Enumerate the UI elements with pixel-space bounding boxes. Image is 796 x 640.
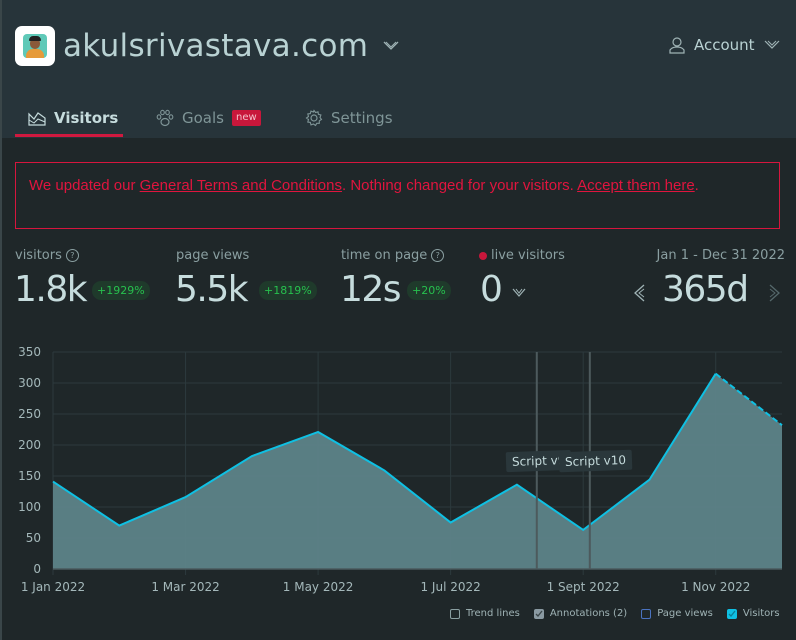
live-visitors-label: live visitors — [479, 248, 565, 263]
legend-label: Annotations (2) — [549, 608, 628, 619]
chevron-left-icon[interactable] — [632, 283, 646, 303]
chart-legend: Trend lines Annotations (2) Page views V… — [450, 608, 780, 619]
help-icon[interactable]: ? — [65, 249, 79, 262]
chevron-down-icon[interactable] — [511, 287, 527, 299]
checkbox-checked[interactable] — [533, 608, 544, 619]
banner-text: We updated our — [29, 177, 140, 194]
checkbox-checked[interactable] — [726, 608, 737, 619]
y-tick-label: 0 — [33, 562, 41, 576]
checkbox[interactable] — [450, 608, 460, 619]
banner-text: . — [694, 177, 699, 194]
x-tick-label: 1 Sept 2022 — [547, 580, 620, 594]
label-text: time on page — [341, 248, 428, 263]
new-badge: new — [231, 110, 261, 126]
visitors-area — [53, 373, 782, 569]
legend-label: Trend lines — [466, 608, 520, 619]
page-views-delta-badge: +1819% — [259, 281, 317, 300]
x-tick-label: 1 Jul 2022 — [420, 580, 480, 594]
legend-label: Visitors — [742, 608, 780, 619]
page-views-label: page views — [176, 248, 249, 263]
y-tick-label: 250 — [18, 407, 41, 421]
time-on-page-value[interactable]: 12s — [340, 268, 402, 312]
tab-label: Goals — [182, 109, 224, 127]
terms-link[interactable]: General Terms and Conditions — [140, 177, 342, 194]
user-icon — [669, 37, 685, 54]
paw-icon — [156, 109, 174, 127]
legend-page-views[interactable]: Page views — [641, 608, 713, 619]
legend-label: Page views — [657, 608, 713, 619]
tab-label: Visitors — [54, 109, 119, 127]
annotation-label[interactable]: Script v10 — [558, 449, 633, 473]
date-range[interactable]: Jan 1 - Dec 31 2022 — [657, 248, 785, 263]
chevron-down-icon — [764, 40, 780, 49]
tab-settings[interactable]: Settings — [305, 104, 393, 132]
account-menu[interactable]: Account — [668, 36, 781, 54]
chevron-right-icon[interactable] — [768, 283, 782, 303]
chart-svg: 0 50 100 150 200 250 300 350 1 Jan 2022 1 Mar 202… — [18, 345, 783, 594]
tab-visitors[interactable]: Visitors — [28, 104, 118, 132]
time-on-page-delta-badge: +20% — [407, 281, 451, 300]
y-tick-label: 50 — [26, 531, 41, 545]
legend-visitors[interactable]: Visitors — [726, 608, 780, 619]
header — [0, 0, 796, 138]
y-tick-label: 350 — [18, 345, 41, 359]
chevron-down-icon[interactable] — [382, 38, 400, 54]
avatar-image — [23, 34, 47, 58]
terms-banner: We updated our General Terms and Conditi… — [15, 162, 780, 229]
banner-text: . Nothing changed for your visitors. — [341, 177, 578, 194]
site-avatar[interactable] — [15, 26, 55, 66]
chart-crown-icon — [28, 112, 46, 126]
visitors-label: visitors ? — [15, 248, 79, 263]
account-label: Account — [694, 36, 755, 54]
accept-terms-link[interactable]: Accept them here — [577, 177, 695, 194]
legend-trend-lines[interactable]: Trend lines — [450, 608, 520, 619]
y-tick-label: 100 — [18, 500, 41, 514]
checkbox[interactable] — [641, 608, 652, 619]
visitors-value[interactable]: 1.8k — [14, 268, 88, 312]
x-tick-label: 1 May 2022 — [283, 580, 354, 594]
visitors-chart: 0 50 100 150 200 250 300 350 1 Jan 2022 1 Mar 202… — [0, 338, 796, 598]
active-tab-indicator — [15, 134, 123, 137]
live-dot-icon — [479, 251, 487, 260]
x-tick-label: 1 Jan 2022 — [21, 580, 85, 594]
visitors-delta-badge: +1929% — [92, 281, 150, 300]
legend-annotations[interactable]: Annotations (2) — [533, 608, 628, 619]
page-views-value[interactable]: 5.5k — [175, 268, 249, 312]
label-text: visitors — [15, 248, 62, 263]
time-on-page-label: time on page ? — [341, 248, 445, 263]
period-value[interactable]: 365d — [662, 268, 749, 312]
tab-goals[interactable]: Goals new — [156, 104, 261, 132]
label-text: live visitors — [491, 248, 565, 263]
live-visitors-value[interactable]: 0 — [480, 268, 503, 312]
x-tick-label: 1 Mar 2022 — [151, 580, 219, 594]
tab-label: Settings — [331, 109, 393, 127]
y-tick-label: 300 — [18, 376, 41, 390]
x-tick-label: 1 Nov 2022 — [681, 580, 750, 594]
check-icon — [728, 610, 736, 617]
check-icon — [535, 610, 543, 617]
y-tick-label: 200 — [18, 438, 41, 452]
gear-icon — [305, 109, 323, 127]
y-tick-label: 150 — [18, 469, 41, 483]
site-name[interactable]: akulsrivastava.com — [63, 26, 368, 66]
label-text: page views — [176, 248, 250, 263]
help-icon[interactable]: ? — [431, 249, 445, 262]
